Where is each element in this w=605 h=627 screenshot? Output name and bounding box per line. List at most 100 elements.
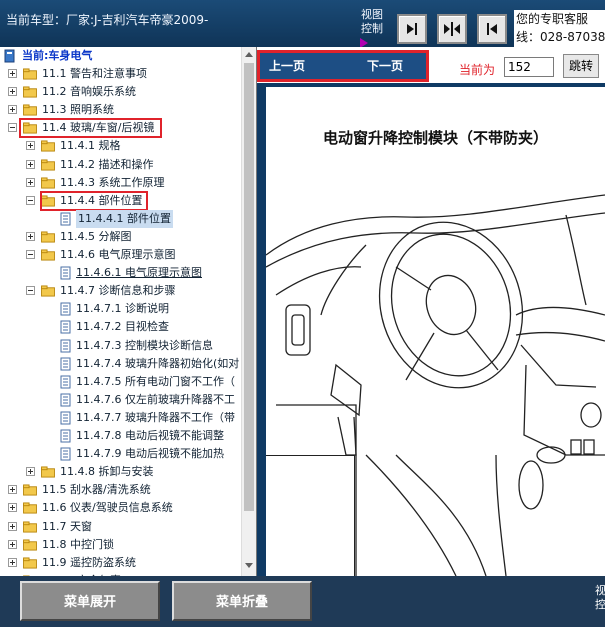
menu-tree: 当前:车身电气 11.1 警告和注意事项 11.2 音响娱乐系统 11.3 照明系统… [0, 47, 241, 576]
folder-icon [41, 231, 55, 243]
tree-item-label: 11.4.4.1 部件位置 [76, 210, 173, 228]
expand-icon[interactable] [8, 105, 17, 114]
tree-item-label: 11.4.7.7 玻璃升降器不工作（带 [76, 411, 235, 424]
arrow-right-bar-icon [407, 23, 417, 35]
document-icon [60, 447, 71, 461]
document-icon [60, 411, 71, 425]
tree-item-label: 11.4.7.3 控制模块诊断信息 [76, 339, 213, 352]
split-view-button[interactable] [437, 14, 467, 44]
view-control-label: 视图 控制 [361, 8, 383, 36]
collapse-icon[interactable] [26, 196, 35, 205]
tree-item-label: 11.4.7.2 目视检查 [76, 320, 169, 333]
tree-root-label: 当前:车身电气 [22, 49, 93, 62]
expand-icon[interactable] [8, 503, 17, 512]
document-icon [60, 375, 71, 389]
bottom-view-control-label: 视 控 [595, 584, 605, 612]
tree-item-label: 11.4.7.5 所有电动门窗不工作（ [76, 375, 235, 388]
expand-icon[interactable] [8, 87, 17, 96]
document-icon [60, 302, 71, 316]
folder-icon [41, 177, 55, 189]
document-icon [60, 339, 71, 353]
tree-item-label: 11.4.2 描述和操作 [60, 158, 154, 171]
show-left-button[interactable] [477, 14, 507, 44]
highlight-box [40, 191, 148, 211]
document-title: 电动窗升降控制模块（不带防夹） [322, 129, 548, 147]
folder-icon [23, 68, 37, 80]
folder-icon [23, 502, 37, 514]
folder-icon [41, 285, 55, 297]
jump-button[interactable]: 跳转 [563, 54, 599, 78]
service-line1: 您的专职客服 [516, 12, 589, 26]
service-line2: 线：028-870382 [516, 30, 605, 44]
folder-icon [41, 159, 55, 171]
tree-item-label: 11.4.7.8 电动后视镜不能调整 [76, 429, 224, 442]
folder-icon [23, 86, 37, 98]
tree-item-label: 11.4.3 系统工作原理 [60, 176, 165, 189]
split-arrows-icon [444, 22, 460, 36]
collapse-icon[interactable] [26, 250, 35, 259]
tree-item-label: 11.8 中控门锁 [42, 538, 114, 551]
tree-item-label: 11.4.8 拆卸与安装 [60, 465, 154, 478]
tree-item-label: 11.6 仪表/驾驶员信息系统 [42, 501, 173, 514]
tree-item-label: 11.1 警告和注意事项 [42, 67, 147, 80]
tree-item-label: 11.2 音响娱乐系统 [42, 85, 136, 98]
view-label-line2: 控制 [361, 22, 383, 35]
nav-highlight-box [257, 50, 429, 82]
view-label-line1: 视图 [361, 8, 383, 21]
arrow-left-bar-icon [487, 23, 497, 35]
top-bar: 当前车型：厂家:J-吉利汽车帝豪2009- 视图 控制 您的专职客服 线：028… [0, 0, 605, 48]
tree-item-label: 11.4.7.1 诊断说明 [76, 302, 169, 315]
folder-icon [23, 557, 37, 569]
bottom-view-line2: 控 [595, 598, 605, 611]
page-nav-bar: 上一页 下一页 当前为 跳转 [257, 47, 605, 83]
menu-expand-button[interactable]: 菜单展开 [20, 581, 160, 621]
expand-icon[interactable] [8, 485, 17, 494]
scroll-down-icon[interactable] [245, 563, 253, 568]
tree-item-label: 11.4.6.1 电气原理示意图 [76, 266, 202, 279]
document-icon [60, 429, 71, 443]
callout-box [266, 455, 355, 576]
bottom-view-line1: 视 [595, 584, 605, 597]
tree-item-label: 11.4.1 规格 [60, 139, 121, 152]
current-page-label: 当前为 [459, 63, 496, 77]
highlight-box [19, 118, 162, 138]
expand-icon[interactable] [26, 160, 35, 169]
tree-item-label: 11.4.5 分解图 [60, 230, 132, 243]
document-viewer: 上一页 下一页 当前为 跳转 电动窗升降控制模块（不带防夹） [257, 47, 605, 576]
page-number-input[interactable] [504, 57, 554, 77]
scroll-thumb[interactable] [244, 63, 254, 511]
document-icon [60, 266, 71, 280]
tree-item-label: 11.3 照明系统 [42, 103, 114, 116]
scroll-up-icon[interactable] [245, 52, 253, 57]
tree-item-label: 11.9 遥控防盗系统 [42, 556, 136, 569]
menu-collapse-button[interactable]: 菜单折叠 [172, 581, 312, 621]
current-vehicle-label: 当前车型：厂家:J-吉利汽车帝豪2009- [6, 13, 209, 27]
expand-icon[interactable] [26, 232, 35, 241]
document-icon [60, 393, 71, 407]
expand-icon[interactable] [26, 178, 35, 187]
document-icon [60, 320, 71, 334]
expand-icon[interactable] [26, 141, 35, 150]
expand-icon[interactable] [8, 558, 17, 567]
folder-icon [23, 539, 37, 551]
tree-item-label: 11.7 天窗 [42, 520, 92, 533]
tree-item-label: 11.4.7.4 玻璃升降器初始化(如对 [76, 357, 240, 370]
expand-icon[interactable] [8, 522, 17, 531]
tree-item-label: 11.4.7 诊断信息和步骤 [60, 284, 176, 297]
expand-icon[interactable] [8, 540, 17, 549]
folder-icon [41, 249, 55, 261]
folder-icon [41, 140, 55, 152]
folder-icon [41, 466, 55, 478]
folder-icon [23, 521, 37, 533]
menu-tree-panel: 当前:车身电气 11.1 警告和注意事项 11.2 音响娱乐系统 11.3 照明系统… [0, 47, 257, 576]
document-page: 电动窗升降控制模块（不带防夹） [266, 87, 605, 576]
document-icon [60, 212, 71, 226]
collapse-icon[interactable] [26, 286, 35, 295]
tree-item-label: 11.4.6 电气原理示意图 [60, 248, 176, 261]
show-right-button[interactable] [397, 14, 427, 44]
collapse-icon[interactable] [8, 123, 17, 132]
tree-item-label: 11.4.7.9 电动后视镜不能加热 [76, 447, 224, 460]
folder-icon [23, 484, 37, 496]
expand-icon[interactable] [8, 69, 17, 78]
expand-icon[interactable] [26, 467, 35, 476]
